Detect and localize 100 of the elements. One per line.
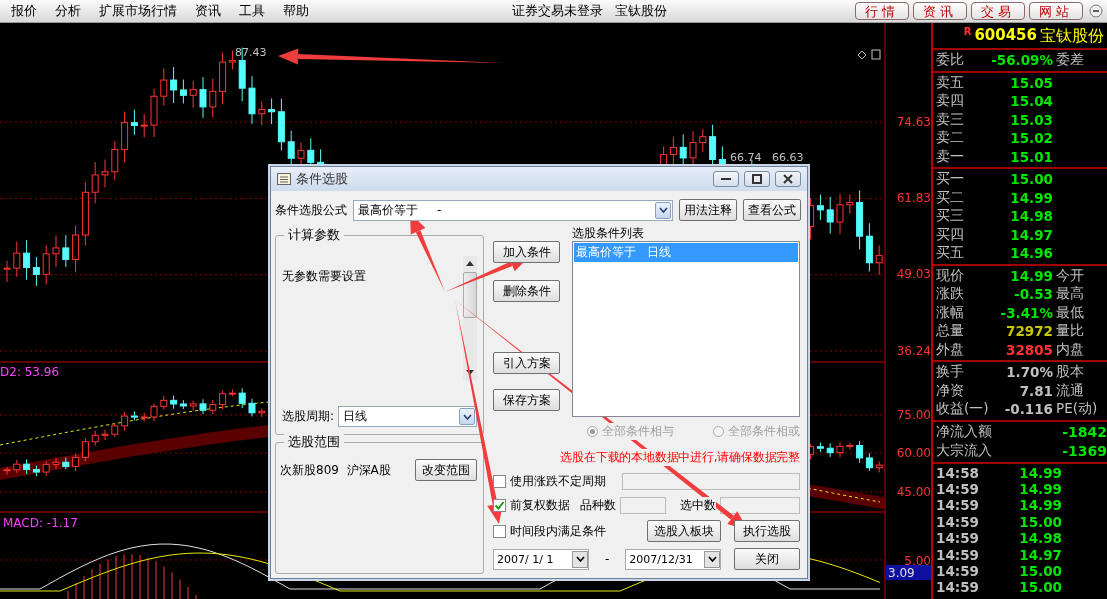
quote-label: 量比: [1056, 322, 1085, 341]
quote-value: 15.03: [1009, 111, 1053, 128]
quote-label: 涨跌: [936, 285, 965, 304]
quote-label: 内盘: [1056, 340, 1085, 359]
quote-value: -0.116: [1003, 401, 1053, 418]
menu-item[interactable]: 工具: [230, 2, 274, 20]
checkbox-label: 使用涨跌不定周期: [510, 472, 606, 490]
dialog-title: 条件选股: [296, 170, 349, 188]
action-button[interactable]: 加入条件: [493, 241, 560, 263]
tick-price: 14.99: [1018, 481, 1062, 498]
radio-label: 全部条件相或: [728, 422, 800, 440]
quote-label: PE(动): [1056, 400, 1099, 419]
period-dropdown[interactable]: 日线: [338, 406, 477, 427]
checkbox[interactable]: [493, 474, 506, 488]
quote-label: 净资: [936, 381, 965, 400]
group-title: 选股范围: [284, 434, 344, 451]
action-button[interactable]: 删除条件: [493, 280, 560, 302]
flow-value: -1369: [1062, 443, 1107, 459]
menu-item[interactable]: 扩展市场行情: [90, 2, 186, 20]
scope-text: 次新股809 沪深A股: [280, 461, 391, 479]
tick-time: 14:59: [936, 563, 980, 580]
tick-time: 14:59: [936, 481, 980, 498]
action-button[interactable]: 保存方案: [493, 389, 560, 411]
add-to-block-button[interactable]: 选股入板块: [647, 520, 721, 542]
quote-label: 外盘: [936, 340, 965, 359]
scroll-up-icon[interactable]: [466, 261, 474, 266]
nav-button[interactable]: 资讯: [913, 2, 967, 20]
formula-button[interactable]: 查看公式: [743, 199, 801, 221]
scrollbar[interactable]: [463, 256, 477, 380]
menu-item[interactable]: 资讯: [186, 2, 230, 20]
quote-value: 15.04: [1009, 93, 1053, 110]
quote-value: 15.01: [1009, 148, 1053, 165]
formula-dropdown[interactable]: 最高价等于 -: [353, 199, 673, 221]
stock-name: 宝钛股份: [615, 2, 667, 20]
action-button[interactable]: 引入方案: [493, 352, 560, 374]
stock-code: 600456: [974, 26, 1037, 44]
quote-label: 卖三: [936, 110, 965, 129]
window-icon[interactable]: [871, 49, 881, 60]
formula-button[interactable]: 用法注释: [679, 199, 737, 221]
checkbox[interactable]: [493, 524, 506, 538]
macd-title: MACD: -1.17: [3, 516, 78, 530]
quote-label: 流通: [1056, 381, 1085, 400]
list-title: 选股条件列表: [572, 225, 645, 241]
dropdown-icon[interactable]: [655, 201, 671, 219]
close-button[interactable]: [775, 171, 801, 187]
field-label: 条件选股公式: [275, 201, 347, 219]
menu-item[interactable]: 帮助: [274, 2, 318, 20]
date-picker[interactable]: 2007/ 1/ 1: [493, 548, 589, 570]
dropdown-icon[interactable]: [459, 408, 475, 425]
notice-text: 选股在下载的本地数据中进行,请确保数据完整: [560, 448, 800, 466]
nav-button[interactable]: 交易: [971, 2, 1025, 20]
quote-value: 7.81: [1018, 382, 1053, 399]
close-button[interactable]: 关闭: [734, 548, 800, 570]
flag-label: R: [963, 26, 972, 37]
nav-button[interactable]: 网站: [1029, 2, 1083, 20]
count-field: [620, 496, 666, 514]
flow-value: -1842: [1062, 424, 1107, 440]
quote-value: 14.99: [1009, 189, 1053, 206]
diamond-icon[interactable]: [857, 50, 867, 60]
input-field[interactable]: [622, 472, 800, 490]
tick-time: 14:59: [936, 546, 980, 563]
quote-value: 14.99: [1009, 267, 1053, 284]
current-value-tag: 3.09: [885, 565, 931, 580]
run-selection-button[interactable]: 执行选股: [734, 520, 800, 542]
radio-label: 全部条件相与: [602, 422, 674, 440]
nav-button[interactable]: 行情: [855, 2, 909, 20]
menu-item[interactable]: 报价: [2, 2, 46, 20]
quote-label: 卖五: [936, 73, 965, 92]
menu-item[interactable]: 分析: [46, 2, 90, 20]
tick-time: 14:59: [936, 579, 980, 596]
axis-label: 61.83: [896, 191, 931, 205]
params-text: 无参数需要设置: [282, 268, 367, 285]
maximize-button[interactable]: [744, 171, 770, 187]
date-picker[interactable]: 2007/12/31: [625, 548, 722, 570]
dropdown-icon[interactable]: [572, 550, 588, 568]
minimize-button[interactable]: [713, 171, 739, 187]
stock-name: 宝钛股份: [1040, 26, 1104, 47]
quote-label: 委比: [936, 51, 965, 70]
dropdown-icon[interactable]: [704, 550, 721, 568]
quote-value: 15.00: [1009, 171, 1053, 188]
checkbox-label: 前复权数据: [510, 496, 570, 514]
quote-value: 14.97: [1009, 226, 1053, 243]
quote-label: 买一: [936, 170, 965, 189]
quote-value: -0.53: [1013, 286, 1053, 303]
minimize-icon[interactable]: [1089, 4, 1103, 18]
quote-value: 1.70%: [1005, 364, 1053, 381]
change-scope-button[interactable]: 改变范围: [415, 459, 477, 481]
tick-price: 15.00: [1018, 579, 1062, 596]
axis-label: 36.24: [896, 344, 931, 358]
quote-label: 今开: [1056, 266, 1085, 285]
quote-label: 买二: [936, 188, 965, 207]
axis-label: 45.00: [896, 485, 931, 499]
checkbox[interactable]: [493, 498, 506, 512]
quote-value: 15.05: [1009, 74, 1053, 91]
quote-label: 收益(一): [936, 400, 986, 419]
quote-value: 32805: [1005, 341, 1053, 358]
close-icon: [783, 174, 793, 184]
axis-label: 74.63: [896, 115, 931, 129]
quote-label: 买五: [936, 244, 965, 263]
quote-label: 卖一: [936, 147, 965, 166]
